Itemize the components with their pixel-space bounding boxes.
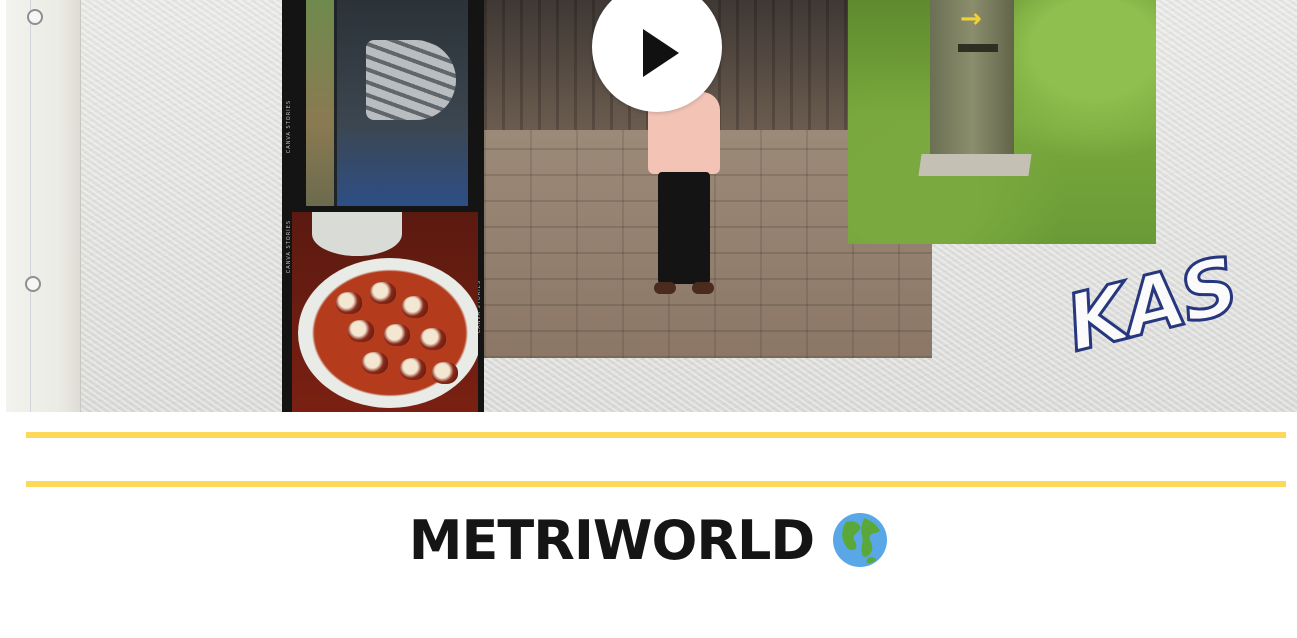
person-pants	[658, 172, 710, 284]
globe-icon	[833, 513, 888, 567]
pillar-slot	[958, 44, 998, 52]
divider-top	[26, 432, 1286, 438]
divider-bottom	[26, 481, 1286, 487]
octopus-piece	[384, 324, 410, 346]
page-title: METRIWORLD	[0, 505, 1297, 575]
film-label: CANVA STORIES	[286, 100, 292, 154]
octopus-piece	[400, 358, 426, 380]
person	[640, 92, 728, 302]
person-shoe	[654, 282, 676, 294]
binder-ring	[27, 9, 43, 25]
octopus-piece	[432, 362, 458, 384]
octopus-piece	[402, 296, 428, 318]
octopus-piece	[420, 328, 446, 350]
octopus-piece	[348, 320, 374, 342]
side-bowl	[312, 212, 402, 256]
photo-octopus-plate	[292, 212, 478, 412]
octopus-piece	[336, 292, 362, 314]
pillar-base	[918, 154, 1032, 176]
photo-scallop-marker	[306, 0, 468, 206]
film-strip: CANVA STORIES CANVA STORIES CANVA STORIE…	[282, 0, 484, 412]
arrow-icon: →	[960, 4, 982, 34]
octopus-piece	[370, 282, 396, 304]
binder-margin-line	[30, 0, 31, 412]
scallop-shell-icon	[366, 40, 456, 120]
person-shoe	[692, 282, 714, 294]
play-icon	[643, 29, 679, 77]
photo-waymark-pillar: →	[848, 0, 1156, 244]
binder-ring	[25, 276, 41, 292]
binder-strip	[6, 0, 81, 412]
page-title-text: METRIWORLD	[408, 508, 815, 572]
octopus-piece	[362, 352, 388, 374]
